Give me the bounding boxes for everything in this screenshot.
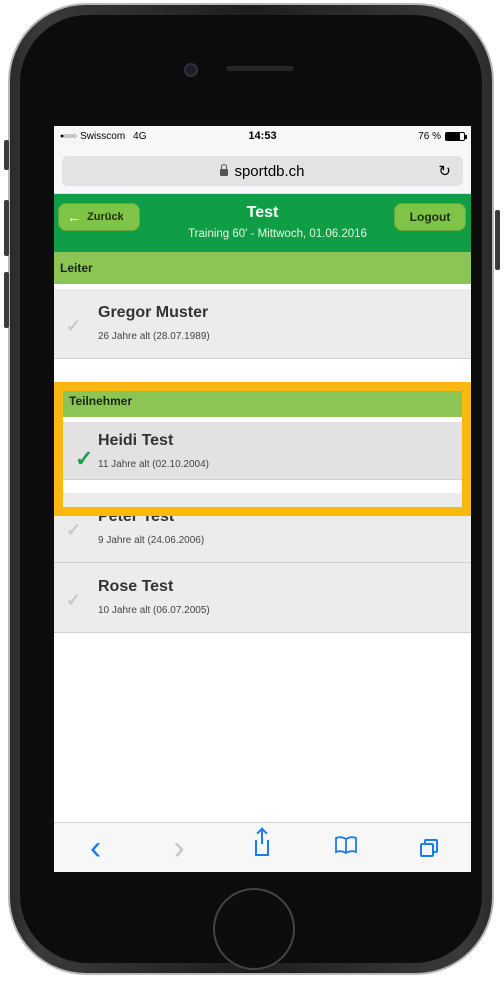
checkmark-icon: ✓ — [66, 316, 82, 336]
tabs-icon[interactable] — [409, 838, 449, 857]
bookmarks-icon[interactable] — [326, 835, 366, 860]
network-type: 4G — [133, 130, 147, 142]
forward-icon[interactable]: › — [159, 831, 199, 865]
person-age: 9 Jahre alt (24.06.2006) — [98, 535, 205, 546]
person-name: Heidi Test — [98, 432, 174, 449]
volume-down-button — [4, 272, 9, 328]
status-bar: ●○○○○ Swisscom 4G 14:53 76 % — [54, 126, 471, 146]
earpiece-speaker — [226, 66, 294, 71]
app-header: ← Zurück Test Training 60' - Mittwoch, 0… — [54, 194, 471, 252]
person-age: 10 Jahre alt (06.07.2005) — [98, 605, 210, 616]
divider — [54, 359, 471, 385]
checkmark-icon: ✓ — [66, 520, 82, 540]
volume-up-button — [4, 200, 9, 256]
person-row-teilnehmer[interactable]: ✓ Heidi Test 11 Jahre alt (02.10.2004) — [63, 422, 462, 480]
power-button — [495, 210, 500, 270]
person-name: Peter Test — [98, 508, 175, 525]
checkmark-icon: ✓ — [66, 590, 82, 610]
battery-icon — [444, 131, 467, 141]
share-icon[interactable] — [242, 829, 282, 856]
mute-switch — [4, 140, 9, 170]
home-button[interactable] — [213, 888, 295, 970]
person-row-leiter[interactable]: ✓ Gregor Muster 26 Jahre alt (28.07.1989… — [54, 289, 471, 359]
battery-percent: 76 % — [418, 130, 441, 142]
person-name: Gregor Muster — [98, 304, 209, 321]
section-header-leiter: Leiter — [54, 252, 471, 284]
logout-button[interactable]: Logout — [394, 203, 466, 231]
url-bar[interactable]: sportdb.ch ↻ — [62, 156, 463, 186]
screen: ●○○○○ Swisscom 4G 14:53 76 % sportdb.ch … — [54, 126, 471, 872]
status-right: 76 % — [325, 130, 467, 142]
person-name: Rose Test — [98, 578, 174, 595]
person-row-teilnehmer[interactable]: ✓ Peter Test 9 Jahre alt (24.06.2006) — [54, 493, 471, 563]
front-camera — [184, 63, 198, 77]
section-header-teilnehmer: Teilnehmer — [63, 385, 462, 417]
browser-toolbar: ‹ › — [54, 822, 471, 872]
lock-icon — [220, 163, 229, 176]
person-age: 26 Jahre alt (28.07.1989) — [98, 331, 210, 342]
reload-icon[interactable]: ↻ — [438, 162, 451, 180]
url-text: sportdb.ch — [234, 162, 305, 180]
person-age: 11 Jahre alt (02.10.2004) — [98, 459, 210, 470]
divider — [54, 480, 471, 493]
status-left: ●○○○○ Swisscom 4G — [60, 131, 200, 142]
status-time: 14:53 — [248, 130, 277, 142]
url-area: sportdb.ch ↻ — [54, 146, 471, 194]
back-icon[interactable]: ‹ — [76, 831, 116, 865]
carrier-name: Swisscom — [80, 130, 126, 142]
signal-icon: ●○○○○ — [60, 132, 77, 140]
person-row-teilnehmer[interactable]: ✓ Rose Test 10 Jahre alt (06.07.2005) — [54, 563, 471, 633]
battery-fill — [445, 132, 460, 140]
checkmark-icon: ✓ — [75, 446, 94, 471]
